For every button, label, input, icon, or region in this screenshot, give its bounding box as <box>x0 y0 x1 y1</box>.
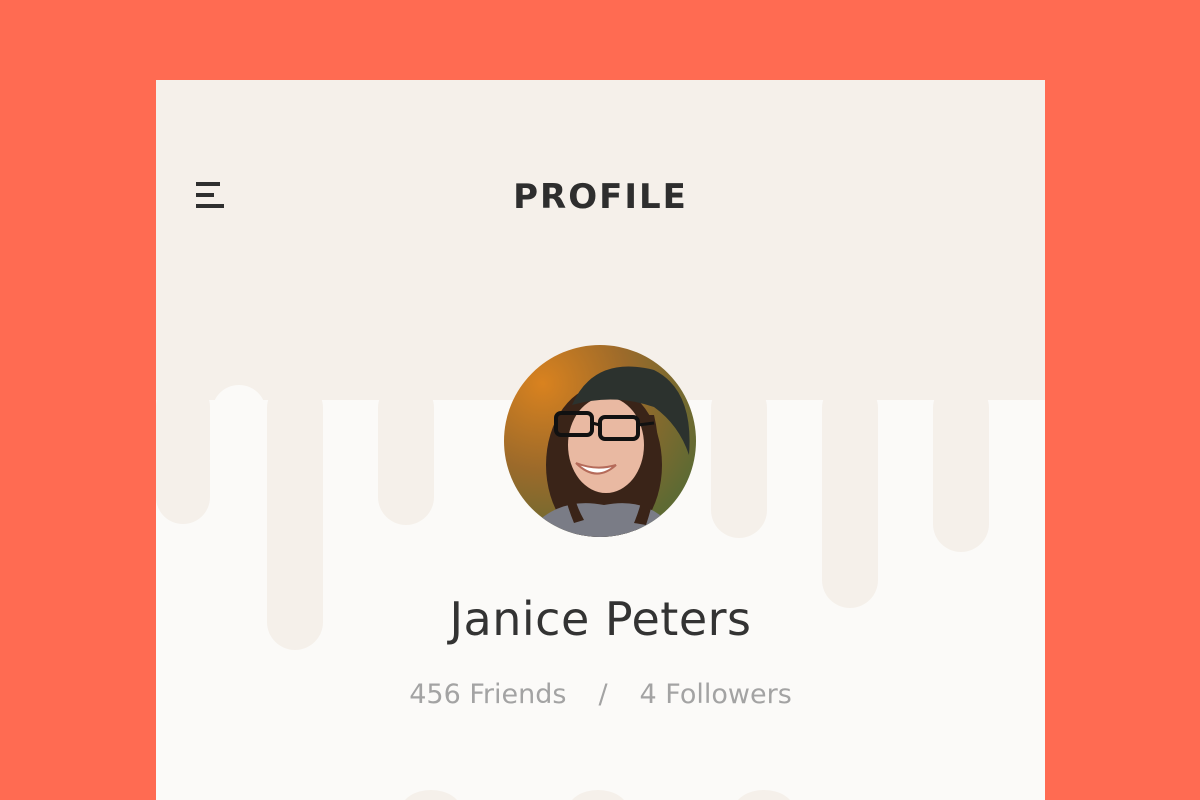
avatar[interactable] <box>504 345 696 537</box>
profile-stats: 456 Friends / 4 Followers <box>156 678 1045 712</box>
profile-header: PROFILE <box>156 80 1045 320</box>
page-title: PROFILE <box>513 177 688 217</box>
page-background: PROFILE Janice Peters 456 Friends / 4 Fo… <box>0 0 1200 800</box>
stats-separator: / <box>598 679 608 710</box>
profile-name: Janice Peters <box>449 592 752 646</box>
friends-count-link[interactable]: 456 Friends <box>409 678 566 712</box>
avatar-photo <box>504 345 696 537</box>
profile-card: PROFILE Janice Peters 456 Friends / 4 Fo… <box>156 80 1045 800</box>
followers-count-link[interactable]: 4 Followers <box>640 678 792 712</box>
